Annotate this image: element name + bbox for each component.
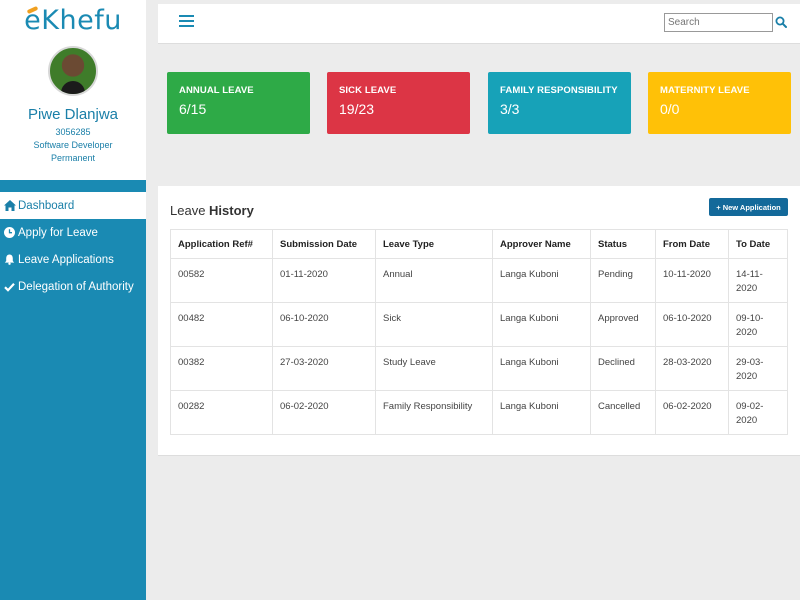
card-value: 19/23	[339, 101, 375, 117]
column-header: Application Ref#	[170, 229, 273, 259]
column-header: Status	[590, 229, 656, 259]
leave-history-table: Application Ref# Submission Date Leave T…	[170, 229, 788, 435]
cell-ref: 00582	[170, 258, 273, 303]
user-role: Software Developer	[33, 140, 113, 150]
cell-status: Cancelled	[590, 390, 656, 435]
card-title: FAMILY RESPONSIBILITY	[500, 85, 618, 96]
cell-ref: 00482	[170, 302, 273, 347]
cell-leave-type: Study Leave	[375, 346, 493, 391]
leave-history-panel: Leave History + New Application Applicat…	[158, 186, 800, 456]
card-title: ANNUAL LEAVE	[179, 85, 254, 96]
check-icon	[3, 282, 16, 292]
top-bar	[158, 4, 800, 44]
clock-icon	[3, 227, 16, 238]
search-input[interactable]	[664, 13, 773, 32]
new-application-button[interactable]: + New Application	[709, 198, 788, 216]
cell-to-date: 09-10-2020	[728, 302, 788, 347]
panel-title-bold: History	[209, 203, 254, 218]
table-header-row: Application Ref# Submission Date Leave T…	[170, 229, 788, 259]
cell-approver: Langa Kuboni	[492, 258, 591, 303]
card-value: 3/3	[500, 101, 520, 117]
cell-status: Approved	[590, 302, 656, 347]
cell-status: Pending	[590, 258, 656, 303]
card-title: SICK LEAVE	[339, 85, 397, 96]
cell-submission-date: 06-02-2020	[272, 390, 376, 435]
cell-from-date: 28-03-2020	[655, 346, 729, 391]
sidebar-item-apply-for-leave[interactable]: Apply for Leave	[0, 219, 146, 246]
card-annual-leave: ANNUAL LEAVE 6/15	[167, 72, 310, 134]
cell-ref: 00382	[170, 346, 273, 391]
cell-leave-type: Sick	[375, 302, 493, 347]
table-row[interactable]: 00582 01-11-2020 Annual Langa Kuboni Pen…	[170, 258, 788, 303]
card-maternity-leave: MATERNITY LEAVE 0/0	[648, 72, 791, 134]
sidebar-item-label: Dashboard	[18, 199, 75, 212]
hamburger-icon[interactable]	[179, 15, 194, 27]
bell-icon	[3, 254, 16, 265]
panel-title-prefix: Leave	[170, 203, 210, 218]
cell-to-date: 09-02-2020	[728, 390, 788, 435]
cell-from-date: 06-10-2020	[655, 302, 729, 347]
card-family-responsibility: FAMILY RESPONSIBILITY 3/3	[488, 72, 631, 134]
card-title: MATERNITY LEAVE	[660, 85, 750, 96]
column-header: To Date	[728, 229, 788, 259]
sidebar-item-label: Delegation of Authority	[18, 280, 134, 293]
column-header: From Date	[655, 229, 729, 259]
cell-from-date: 06-02-2020	[655, 390, 729, 435]
cell-approver: Langa Kuboni	[492, 346, 591, 391]
cell-ref: 00282	[170, 390, 273, 435]
sidebar-item-delegation-of-authority[interactable]: Delegation of Authority	[0, 273, 146, 300]
avatar	[48, 46, 98, 96]
sidebar-item-dashboard[interactable]: Dashboard	[0, 192, 146, 219]
home-icon	[3, 200, 16, 211]
column-header: Submission Date	[272, 229, 376, 259]
search-icon[interactable]	[775, 15, 789, 29]
sidebar-nav: Dashboard Apply for Leave Leave Applicat…	[0, 192, 146, 300]
table-row[interactable]: 00482 06-10-2020 Sick Langa Kuboni Appro…	[170, 302, 788, 347]
cell-approver: Langa Kuboni	[492, 390, 591, 435]
profile-panel: eKhefu Piwe Dlanjwa 3056285 Software Dev…	[0, 0, 146, 180]
panel-title: Leave History	[170, 203, 254, 218]
brand-logo[interactable]: eKhefu	[0, 4, 146, 40]
cell-from-date: 10-11-2020	[655, 258, 729, 303]
column-header: Leave Type	[375, 229, 493, 259]
cell-leave-type: Annual	[375, 258, 493, 303]
card-sick-leave: SICK LEAVE 19/23	[327, 72, 470, 134]
employment-type: Permanent	[50, 153, 96, 163]
user-name: Piwe Dlanjwa	[27, 106, 119, 123]
column-header: Approver Name	[492, 229, 591, 259]
cell-submission-date: 27-03-2020	[272, 346, 376, 391]
table-row[interactable]: 00282 06-02-2020 Family Responsibility L…	[170, 390, 788, 435]
table-row[interactable]: 00382 27-03-2020 Study Leave Langa Kubon…	[170, 346, 788, 391]
cell-submission-date: 06-10-2020	[272, 302, 376, 347]
sidebar: eKhefu Piwe Dlanjwa 3056285 Software Dev…	[0, 0, 146, 600]
card-value: 6/15	[179, 101, 207, 117]
sidebar-item-label: Leave Applications	[18, 253, 114, 266]
cell-status: Declined	[590, 346, 656, 391]
employee-number: 3056285	[55, 127, 91, 137]
cell-submission-date: 01-11-2020	[272, 258, 376, 303]
cell-to-date: 14-11-2020	[728, 258, 788, 303]
cell-leave-type: Family Responsibility	[375, 390, 493, 435]
card-value: 0/0	[660, 101, 680, 117]
sidebar-item-label: Apply for Leave	[18, 226, 98, 239]
cell-approver: Langa Kuboni	[492, 302, 591, 347]
cell-to-date: 29-03-2020	[728, 346, 788, 391]
sidebar-item-leave-applications[interactable]: Leave Applications	[0, 246, 146, 273]
